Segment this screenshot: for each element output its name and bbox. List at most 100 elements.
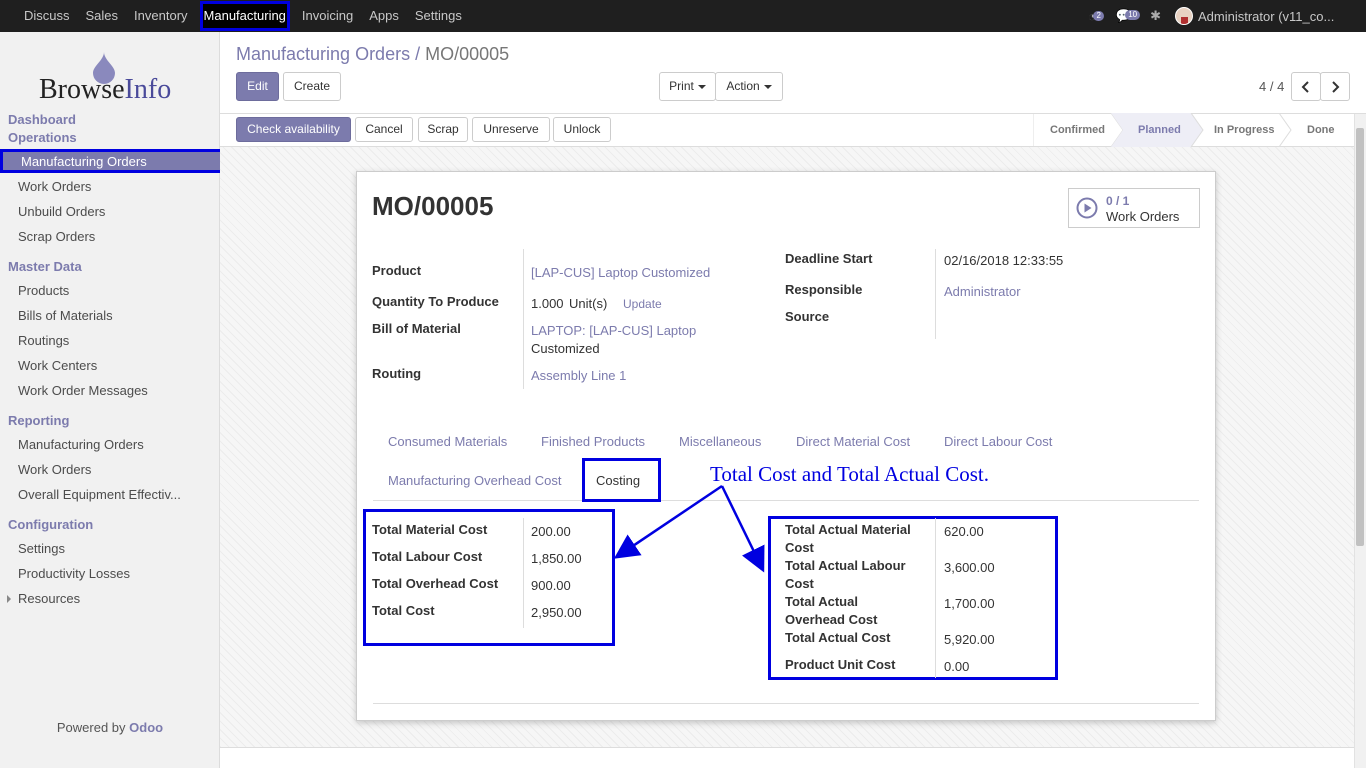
actual-overhead-label: Total Actual [785, 594, 858, 609]
update-quantity-button[interactable]: Update [623, 297, 662, 311]
activity-icon[interactable]: ◔ 2 [1088, 9, 1104, 24]
actual-labour-value: 3,600.00 [944, 560, 995, 575]
odoo-link[interactable]: Odoo [129, 720, 163, 735]
unlock-button[interactable]: Unlock [553, 117, 611, 142]
form-footer-area [220, 747, 1366, 768]
activity-badge: 2 [1093, 10, 1104, 21]
work-orders-smart-button[interactable]: 0 / 1 Work Orders [1068, 188, 1200, 228]
actual-material-label: Total Actual Material [785, 522, 911, 537]
menu-manufacturing[interactable]: Manufacturing [199, 1, 290, 31]
create-button[interactable]: Create [283, 72, 341, 101]
sidebar-item-productivity-losses[interactable]: Productivity Losses [18, 566, 130, 581]
stage-in-progress[interactable]: In Progress [1214, 124, 1275, 136]
tab-direct-material-cost[interactable]: Direct Material Cost [796, 434, 910, 449]
menu-inventory[interactable]: Inventory [126, 0, 195, 32]
sidebar-item-report-work-orders[interactable]: Work Orders [18, 462, 91, 477]
tab-finished-products[interactable]: Finished Products [541, 434, 645, 449]
sidebar-section-dashboard[interactable]: Dashboard [8, 112, 76, 127]
menu-invoicing[interactable]: Invoicing [294, 0, 361, 32]
chevron-left-icon [1301, 81, 1309, 93]
tab-miscellaneous[interactable]: Miscellaneous [679, 434, 761, 449]
total-cost-label: Total Cost [372, 603, 435, 618]
print-dropdown[interactable]: Print [659, 72, 716, 101]
sidebar-item-work-order-messages[interactable]: Work Order Messages [18, 383, 148, 398]
edit-button[interactable]: Edit [236, 72, 279, 101]
uom-field[interactable]: Unit(s) [569, 296, 607, 311]
pager-previous-button[interactable] [1291, 72, 1321, 101]
caret-right-icon[interactable] [7, 595, 11, 603]
breadcrumb-current: MO/00005 [425, 44, 510, 64]
bug-icon[interactable]: ✱ [1150, 8, 1161, 24]
stage-planned[interactable]: Planned [1138, 124, 1181, 136]
messages-icon[interactable]: 💬 10 [1116, 8, 1141, 24]
total-overhead-cost-label: Total Overhead Cost [372, 576, 499, 591]
pager-next-button[interactable] [1320, 72, 1350, 101]
avatar[interactable] [1175, 7, 1193, 25]
sidebar-item-settings[interactable]: Settings [18, 541, 65, 556]
scrap-button[interactable]: Scrap [418, 117, 468, 142]
sidebar-item-work-centers[interactable]: Work Centers [18, 358, 97, 373]
user-menu[interactable]: Administrator (v11_co... [1198, 9, 1366, 24]
routing-field[interactable]: Assembly Line 1 [531, 368, 626, 383]
unit-cost-value: 0.00 [944, 659, 970, 674]
quantity-field[interactable]: 1.000 [531, 296, 564, 311]
tab-direct-labour-cost[interactable]: Direct Labour Cost [944, 434, 1052, 449]
sidebar-item-scrap-orders[interactable]: Scrap Orders [18, 229, 95, 244]
actual-total-label: Total Actual Cost [785, 630, 891, 645]
quantity-label: Quantity To Produce [372, 294, 499, 309]
pager-value[interactable]: 4 / 4 [1259, 79, 1284, 94]
menu-settings[interactable]: Settings [407, 0, 470, 32]
total-labour-cost-value: 1,850.00 [531, 551, 582, 566]
sidebar-item-bills-of-materials[interactable]: Bills of Materials [18, 308, 113, 323]
actual-labour-label-line2: Cost [785, 576, 814, 591]
total-material-cost-value: 200.00 [531, 524, 571, 539]
unit-cost-label: Product Unit Cost [785, 657, 896, 672]
field-separator [523, 518, 524, 628]
stage-done[interactable]: Done [1307, 124, 1335, 136]
responsible-field[interactable]: Administrator [944, 284, 1021, 299]
action-dropdown[interactable]: Action [715, 72, 783, 101]
unreserve-button[interactable]: Unreserve [472, 117, 550, 142]
tab-manufacturing-overhead-cost[interactable]: Manufacturing Overhead Cost [388, 473, 561, 488]
sidebar-item-resources[interactable]: Resources [18, 591, 80, 606]
total-cost-value: 2,950.00 [531, 605, 582, 620]
logo-text: BrowseInfo [39, 74, 172, 105]
menu-apps[interactable]: Apps [361, 0, 407, 32]
breadcrumb-separator: / [415, 44, 421, 64]
product-label: Product [372, 263, 422, 278]
page-title: MO/00005 [372, 191, 494, 221]
product-field[interactable]: [LAP-CUS] Laptop Customized [531, 265, 710, 280]
sidebar-item-routings[interactable]: Routings [18, 333, 69, 348]
scrollbar-thumb[interactable] [1356, 128, 1364, 546]
breadcrumb-parent[interactable]: Manufacturing Orders [236, 44, 410, 64]
check-availability-button[interactable]: Check availability [236, 117, 351, 142]
sidebar-section-operations: Operations [8, 130, 77, 145]
menu-sales[interactable]: Sales [78, 0, 127, 32]
routing-label: Routing [372, 366, 422, 381]
stage-confirmed[interactable]: Confirmed [1050, 124, 1105, 136]
actual-overhead-label-line2: Overhead Cost [785, 612, 878, 627]
total-material-cost-label: Total Material Cost [372, 522, 488, 537]
bom-field[interactable]: LAPTOP: [LAP-CUS] Laptop [531, 323, 696, 338]
work-orders-count: 0 / 1 [1106, 194, 1130, 208]
work-orders-label: Work Orders [1106, 209, 1180, 224]
chevron-right-icon [1332, 81, 1340, 93]
tab-consumed-materials[interactable]: Consumed Materials [388, 434, 507, 449]
sidebar-item-products[interactable]: Products [18, 283, 69, 298]
actual-overhead-value: 1,700.00 [944, 596, 995, 611]
sidebar-item-report-manufacturing-orders[interactable]: Manufacturing Orders [18, 437, 144, 452]
messages-badge: 10 [1125, 10, 1141, 20]
sidebar-item-work-orders[interactable]: Work Orders [18, 179, 91, 194]
sidebar-item-unbuild-orders[interactable]: Unbuild Orders [18, 204, 105, 219]
play-circle-icon [1076, 197, 1098, 219]
cancel-button[interactable]: Cancel [355, 117, 413, 142]
sidebar-item-manufacturing-orders[interactable]: Manufacturing Orders [0, 149, 223, 173]
powered-by-text: Powered by [56, 720, 126, 735]
menu-discuss[interactable]: Discuss [16, 0, 78, 32]
deadline-field[interactable]: 02/16/2018 12:33:55 [944, 253, 1063, 268]
actual-total-value: 5,920.00 [944, 632, 995, 647]
tab-underline [373, 500, 1199, 501]
total-labour-cost-label: Total Labour Cost [372, 549, 483, 564]
field-separator [935, 249, 936, 339]
sidebar-item-oee[interactable]: Overall Equipment Effectiv... [18, 487, 181, 502]
